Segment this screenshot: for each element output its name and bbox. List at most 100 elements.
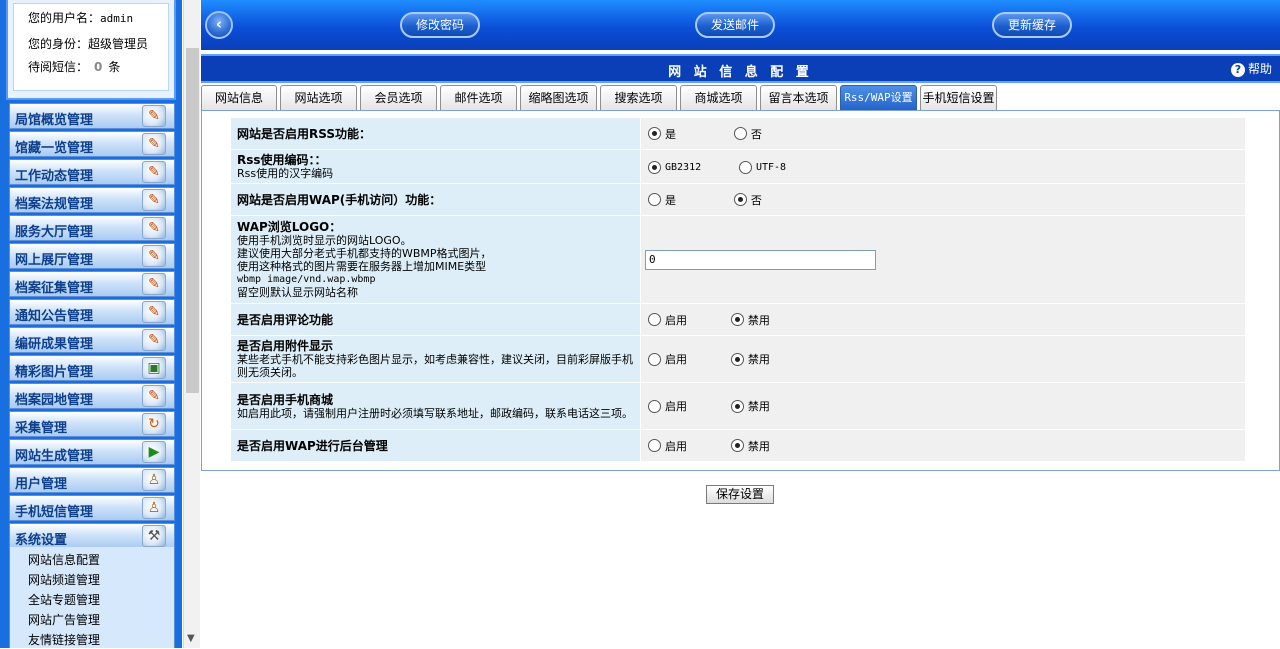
- save-settings-button[interactable]: 保存设置: [706, 485, 774, 504]
- role-value: 超级管理员: [88, 37, 149, 51]
- form-input-cell: 启用 禁用: [640, 429, 1246, 462]
- edit-icon: ✎: [142, 105, 166, 127]
- messages-count[interactable]: 0: [94, 60, 102, 74]
- wap-admin-off-radio[interactable]: [730, 439, 744, 452]
- form-label-cell: 是否启用附件显示 某些老式手机不能支持彩色图片显示，如考虑兼容性，建议关闭，目前彩…: [230, 335, 641, 383]
- edit-icon: ✎: [142, 273, 166, 295]
- mall-enable-on-radio[interactable]: [648, 399, 661, 413]
- wap-admin-on-radio[interactable]: [648, 439, 661, 452]
- rss-enable-no-radio[interactable]: [733, 127, 747, 140]
- tab-sms-settings[interactable]: 手机短信设置: [920, 85, 997, 110]
- tab-guestbook-options[interactable]: 留言本选项: [760, 85, 837, 110]
- wap-logo-desc-5: 留空则默认显示网站名称: [237, 286, 358, 299]
- sidebar-item-site-generate[interactable]: 网站生成管理 ▶: [9, 439, 175, 465]
- submenu-item-site-info[interactable]: 网站信息配置: [28, 551, 100, 569]
- rss-encoding-gb2312-label: GB2312: [665, 161, 702, 173]
- form-row-attach-enable: 是否启用附件显示 某些老式手机不能支持彩色图片显示，如考虑兼容性，建议关闭，目前彩…: [230, 335, 1246, 383]
- sidebar-item-news[interactable]: 工作动态管理 ✎: [9, 159, 175, 185]
- sidebar-item-sms[interactable]: 手机短信管理 ♙: [9, 495, 175, 521]
- sidebar-item-overview[interactable]: 局馆概览管理 ✎: [9, 103, 175, 129]
- play-icon: ▶: [142, 441, 166, 463]
- sidebar-item-label: 手机短信管理: [15, 505, 94, 520]
- edit-icon: ✎: [142, 217, 166, 239]
- sidebar-item-label: 采集管理: [15, 421, 68, 436]
- sidebar-scrollbar[interactable]: ▼: [183, 0, 200, 648]
- messages-unit: 条: [108, 60, 121, 74]
- attach-enable-off-radio[interactable]: [730, 352, 744, 366]
- tab-rss-wap[interactable]: Rss/WAP设置: [840, 85, 917, 110]
- scroll-down-icon[interactable]: ▼: [187, 633, 195, 644]
- username-value: admin: [100, 12, 134, 25]
- sidebar-item-garden[interactable]: 档案园地管理 ✎: [9, 383, 175, 409]
- form-label-cell: Rss使用编码：： Rss使用的汉字编码: [230, 149, 641, 184]
- wap-enable-yes-label: 是: [665, 193, 676, 207]
- form-row-wap-enable: 网站是否启用WAP(手机访问）功能： 是 否: [230, 183, 1246, 216]
- change-password-button[interactable]: 修改密码: [400, 12, 480, 38]
- comment-enable-on-radio[interactable]: [648, 313, 661, 326]
- messages-row[interactable]: 待阅短信： 0 条: [28, 59, 120, 75]
- scrollbar-thumb[interactable]: [186, 48, 199, 393]
- edit-icon: ✎: [142, 385, 166, 407]
- sidebar-item-pictures[interactable]: 精彩图片管理 ▣: [9, 355, 175, 381]
- sidebar-item-collection-drive[interactable]: 档案征集管理 ✎: [9, 271, 175, 297]
- attach-enable-on-radio[interactable]: [648, 352, 661, 366]
- tab-mail-options[interactable]: 邮件选项: [440, 85, 517, 110]
- wap-logo-desc-1: 使用手机浏览时显示的网站LOGO。: [237, 234, 412, 247]
- sidebar-item-harvest[interactable]: 采集管理 ↻: [9, 411, 175, 437]
- submenu-item-links[interactable]: 友情链接管理: [28, 631, 100, 649]
- form-input-cell: 启用 禁用: [640, 335, 1246, 383]
- sidebar-item-notices[interactable]: 通知公告管理 ✎: [9, 299, 175, 325]
- wap-logo-input[interactable]: [645, 249, 876, 270]
- help-link[interactable]: ? 帮助: [1230, 60, 1272, 77]
- sidebar-item-online-exhibit[interactable]: 网上展厅管理 ✎: [9, 243, 175, 269]
- sidebar-item-users[interactable]: 用户管理 ♙: [9, 467, 175, 493]
- form-row-mall-enable: 是否启用手机商城 如启用此项，请强制用户注册时必须填写联系地址，邮政编码，联系电话…: [230, 382, 1246, 430]
- rss-encoding-utf8-radio[interactable]: [738, 160, 752, 174]
- form-label-cell: 是否启用WAP进行后台管理: [230, 429, 641, 462]
- settings-panel: 网站是否启用RSS功能： 是 否 Rss使用编码：： Rss使用的汉字编码 GB2…: [201, 110, 1280, 471]
- sidebar-item-regulations[interactable]: 档案法规管理 ✎: [9, 187, 175, 213]
- submenu-item-topics[interactable]: 全站专题管理: [28, 591, 100, 609]
- rss-encoding-gb2312-radio[interactable]: [648, 160, 661, 174]
- wap-admin-on-label: 启用: [665, 439, 687, 453]
- rss-enable-yes-radio[interactable]: [648, 127, 661, 140]
- wap-enable-no-label: 否: [750, 193, 762, 207]
- tab-mall-options[interactable]: 商城选项: [680, 85, 757, 110]
- update-cache-button[interactable]: 更新缓存: [992, 12, 1072, 38]
- messages-label: 待阅短信：: [28, 60, 89, 74]
- tab-member-options[interactable]: 会员选项: [360, 85, 437, 110]
- settings-tabs: 网站信息 网站选项 会员选项 邮件选项 缩略图选项 搜索选项 商城选项 留言本选…: [201, 85, 1280, 111]
- send-mail-button[interactable]: 发送邮件: [695, 12, 775, 38]
- sidebar-item-label: 编研成果管理: [15, 337, 94, 352]
- rss-enable-yes-label: 是: [665, 127, 676, 141]
- sidebar-item-research[interactable]: 编研成果管理 ✎: [9, 327, 175, 353]
- sidebar-item-service-hall[interactable]: 服务大厅管理 ✎: [9, 215, 175, 241]
- user-info-box: 您的用户名：admin 您的身份：超级管理员 待阅短信： 0 条: [6, 0, 176, 100]
- wap-logo-desc-4: wbmp image/vnd.wap.wbmp: [237, 274, 376, 285]
- tab-site-info[interactable]: 网站信息: [201, 85, 277, 110]
- sidebar-item-label: 网上展厅管理: [15, 253, 94, 268]
- form-input-cell: 是 否: [640, 183, 1246, 216]
- comment-enable-on-label: 启用: [665, 313, 687, 327]
- tab-site-options[interactable]: 网站选项: [280, 85, 357, 110]
- sidebar-item-label: 档案征集管理: [15, 281, 94, 296]
- attach-enable-off-label: 禁用: [747, 353, 770, 366]
- tab-search-options[interactable]: 搜索选项: [600, 85, 677, 110]
- wap-enable-label: 网站是否启用WAP(手机访问）功能：: [237, 192, 442, 207]
- sidebar-item-system-settings[interactable]: 系统设置 ⚒: [9, 523, 175, 549]
- submenu-item-channels[interactable]: 网站频道管理: [28, 571, 100, 589]
- sidebar-item-collections[interactable]: 馆藏一览管理 ✎: [9, 131, 175, 157]
- mall-enable-off-radio[interactable]: [730, 399, 744, 413]
- wap-logo-desc-2: 建议使用大部分老式手机都支持的WBMP格式图片，: [237, 247, 492, 260]
- submenu-item-ads[interactable]: 网站广告管理: [28, 611, 100, 629]
- attach-enable-label: 是否启用附件显示: [237, 339, 334, 353]
- form-row-wap-admin: 是否启用WAP进行后台管理 启用 禁用: [230, 429, 1246, 462]
- back-button[interactable]: ‹: [205, 11, 233, 39]
- tab-thumbnail-options[interactable]: 缩略图选项: [520, 85, 597, 110]
- comment-enable-off-radio[interactable]: [730, 313, 744, 326]
- wap-enable-yes-radio[interactable]: [648, 193, 661, 206]
- sidebar-item-label: 档案法规管理: [15, 197, 94, 212]
- edit-icon: ✎: [142, 161, 166, 183]
- sidebar-item-label: 系统设置: [15, 533, 68, 548]
- wap-enable-no-radio[interactable]: [733, 193, 747, 206]
